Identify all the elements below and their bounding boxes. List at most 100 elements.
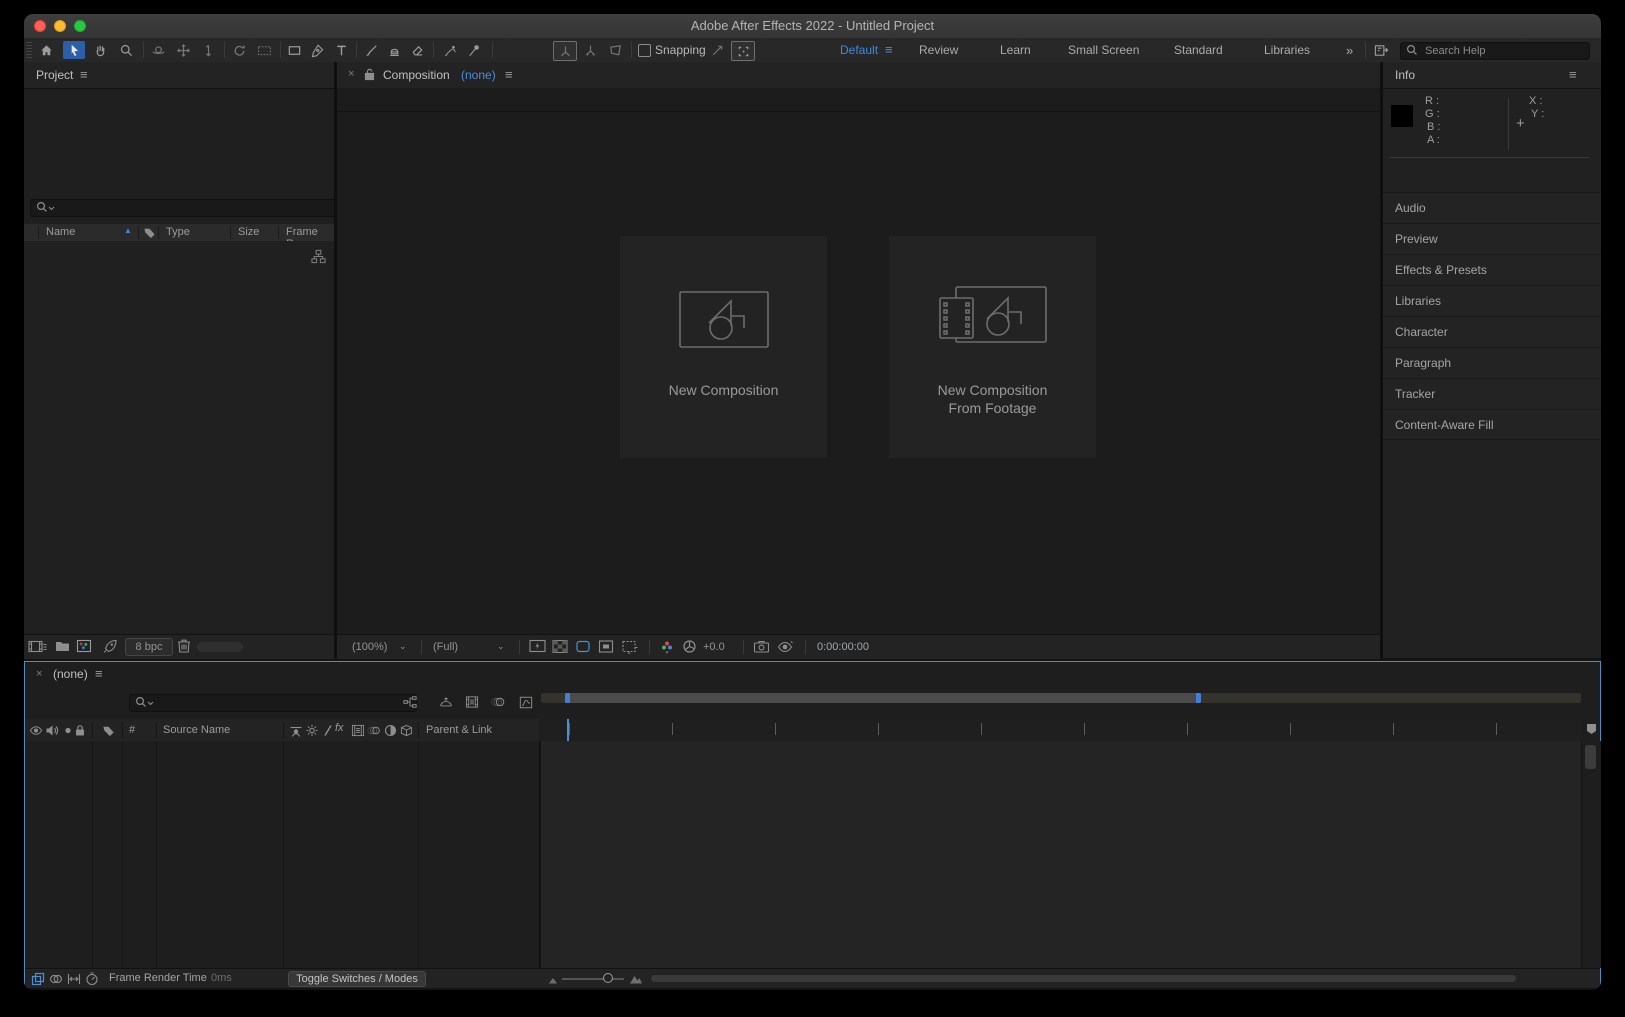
vertical-scrollbar-thumb[interactable] — [1585, 745, 1596, 769]
bit-depth-button[interactable]: 8 bpc — [125, 638, 173, 656]
column-parent-link[interactable]: Parent & Link — [426, 724, 492, 736]
roto-brush-tool[interactable] — [439, 41, 461, 59]
new-composition-card[interactable]: New Composition — [620, 236, 827, 458]
sort-ascending-icon[interactable]: ▲ — [124, 226, 132, 235]
toggle-switches-modes-button[interactable]: Toggle Switches / Modes — [288, 971, 426, 987]
sidebar-item-preview[interactable]: Preview — [1383, 223, 1601, 254]
time-ruler[interactable] — [541, 719, 1581, 741]
rotate-tool[interactable] — [230, 41, 248, 59]
camera-region-tool[interactable] — [253, 41, 275, 59]
work-area-start-handle[interactable] — [565, 693, 570, 703]
exposure-value[interactable]: +0.0 — [703, 641, 725, 653]
world-axis-mode-icon[interactable] — [581, 41, 599, 59]
project-item-list[interactable] — [24, 241, 334, 634]
project-search-input[interactable] — [30, 199, 358, 217]
fast-previews-icon[interactable] — [529, 639, 546, 654]
grid-guides-icon[interactable] — [621, 639, 638, 654]
workspace-tab-small-screen[interactable]: Small Screen — [1068, 43, 1139, 57]
new-folder-icon[interactable] — [55, 639, 70, 653]
frame-blending-icon[interactable] — [465, 694, 479, 710]
clone-stamp-tool[interactable] — [385, 41, 403, 59]
workspace-tab-standard[interactable]: Standard — [1174, 43, 1223, 57]
in-out-duration-pane-icon[interactable] — [67, 971, 81, 987]
layer-switches-pane-icon[interactable] — [31, 971, 45, 987]
timeline-vertical-scrollbar[interactable] — [1581, 741, 1601, 968]
effects-fx-icon[interactable]: fx — [335, 722, 344, 734]
preview-timecode[interactable]: 0:00:00:00 — [817, 641, 869, 653]
new-composition-from-footage-card[interactable]: New Composition From Footage — [889, 236, 1096, 458]
info-tab[interactable]: Info — [1395, 68, 1415, 82]
resolution-dropdown[interactable]: (Full) — [433, 641, 458, 653]
label-column-icon[interactable] — [143, 226, 156, 239]
work-area-bar[interactable] — [565, 693, 1201, 703]
workspace-tab-learn[interactable]: Learn — [1000, 43, 1031, 57]
video-eye-icon[interactable] — [29, 722, 43, 738]
sidebar-item-effects-presets[interactable]: Effects & Presets — [1383, 254, 1601, 285]
close-tab-icon[interactable]: × — [36, 668, 42, 680]
zoom-out-timeline-icon[interactable] — [546, 972, 560, 988]
work-area-end-handle[interactable] — [1196, 693, 1201, 703]
brush-tool[interactable] — [362, 41, 380, 59]
composition-mini-flowchart-icon[interactable] — [403, 694, 417, 710]
magnification-dropdown[interactable]: (100%) — [352, 641, 387, 653]
3d-layer-icon[interactable] — [399, 722, 413, 738]
workspace-tab-default[interactable]: Default — [840, 43, 878, 57]
workspace-tab-libraries[interactable]: Libraries — [1264, 43, 1310, 57]
zoom-in-timeline-icon[interactable] — [629, 971, 643, 987]
draft-3d-icon[interactable] — [439, 694, 453, 710]
new-composition-button[interactable] — [76, 638, 92, 654]
rectangle-tool[interactable] — [285, 41, 303, 59]
region-of-interest-icon[interactable] — [598, 639, 614, 654]
workspace-tab-review[interactable]: Review — [919, 43, 958, 57]
column-type[interactable]: Type — [166, 226, 190, 238]
snapping-checkbox[interactable] — [638, 44, 651, 57]
mask-visibility-icon[interactable] — [575, 639, 591, 654]
info-panel-menu-icon[interactable]: ≡ — [1569, 68, 1577, 81]
chevron-down-icon[interactable]: ⌄ — [497, 641, 505, 652]
work-area-track[interactable] — [541, 693, 1581, 703]
chevron-down-icon[interactable]: ⌄ — [399, 641, 407, 652]
track-area[interactable] — [541, 741, 1581, 968]
sidebar-item-character[interactable]: Character — [1383, 316, 1601, 347]
transparency-grid-icon[interactable] — [552, 639, 568, 654]
timeline-zoom-slider-track[interactable] — [562, 978, 624, 980]
current-time-indicator[interactable] — [567, 719, 569, 741]
column-number[interactable]: # — [129, 724, 135, 736]
view-axis-mode-icon[interactable] — [606, 41, 624, 59]
column-source-name[interactable]: Source Name — [163, 724, 230, 736]
snapshot-camera-icon[interactable] — [753, 639, 770, 654]
motion-blur-icon[interactable] — [491, 694, 505, 710]
timeline-search-input[interactable] — [129, 694, 417, 712]
column-name[interactable]: Name — [46, 226, 75, 238]
show-channel-icon[interactable] — [659, 639, 675, 654]
timeline-horizontal-scrollbar[interactable] — [651, 975, 1516, 982]
delete-item-trash-icon[interactable] — [177, 638, 191, 654]
eraser-tool[interactable] — [408, 41, 426, 59]
transfer-controls-pane-icon[interactable] — [49, 971, 63, 987]
layer-list-area[interactable] — [25, 741, 539, 968]
column-size[interactable]: Size — [238, 226, 259, 238]
project-tab[interactable]: Project — [36, 68, 73, 82]
unlock-icon[interactable] — [364, 68, 375, 81]
sidebar-item-paragraph[interactable]: Paragraph — [1383, 347, 1601, 378]
close-tab-icon[interactable]: × — [348, 68, 354, 80]
type-tool[interactable] — [332, 41, 350, 59]
home-tool[interactable] — [37, 41, 55, 59]
zoom-tool[interactable] — [117, 41, 135, 59]
project-panel-menu-icon[interactable]: ≡ — [80, 68, 88, 81]
collapse-transformations-icon[interactable] — [305, 722, 319, 738]
exposure-icon[interactable] — [682, 639, 697, 654]
workspace-default-menu-icon[interactable]: ≡ — [885, 43, 893, 56]
comp-marker-bin-icon[interactable] — [1584, 721, 1598, 737]
local-axis-mode-icon[interactable] — [553, 41, 577, 61]
render-time-pane-icon[interactable] — [85, 971, 99, 987]
project-flowchart-icon[interactable] — [311, 249, 326, 264]
orbit-camera-tool[interactable] — [149, 41, 167, 59]
frame-blend-column-icon[interactable] — [351, 722, 365, 738]
composition-tab[interactable]: Composition — [383, 68, 450, 82]
snap-features-icon[interactable] — [731, 41, 755, 61]
help-search-input[interactable] — [1400, 42, 1590, 60]
hand-tool[interactable] — [91, 41, 109, 59]
composition-panel-menu-icon[interactable]: ≡ — [505, 68, 513, 81]
project-horizontal-scrollbar[interactable] — [197, 642, 243, 652]
